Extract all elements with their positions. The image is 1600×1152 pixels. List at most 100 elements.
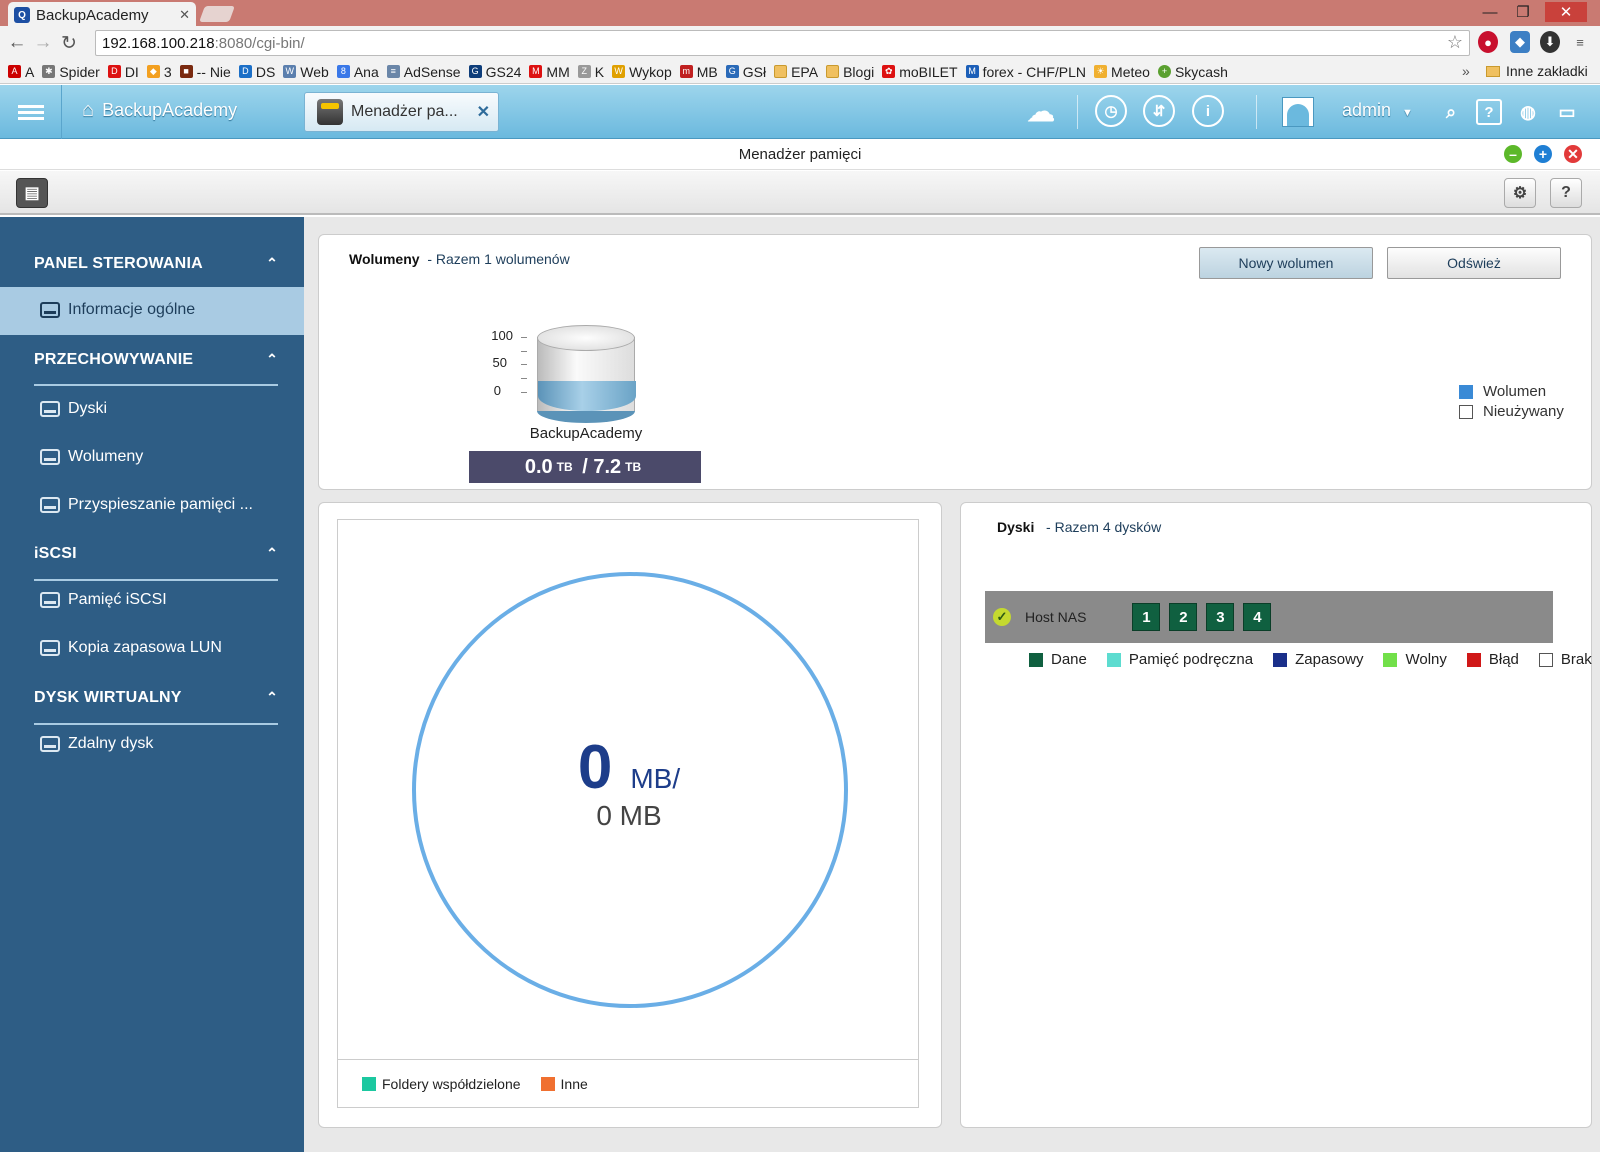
disks-subtitle: - Razem 4 dysków: [1046, 519, 1162, 535]
external-device-icon[interactable]: ⇵: [1143, 95, 1175, 127]
usage-unit: MB/: [630, 763, 681, 794]
storage-manager-icon: [317, 99, 343, 125]
sidebar-item-cache[interactable]: Przyspieszanie pamięci ...: [40, 496, 253, 514]
bookmark-folder[interactable]: EPA: [774, 64, 818, 80]
disk-slot-4[interactable]: 4: [1243, 603, 1272, 631]
sidebar-item-label: Przyspieszanie pamięci ...: [68, 496, 253, 513]
app-toolbar: ▤ ⚙ ?: [0, 171, 1600, 215]
sidebar-item-iscsi-storage[interactable]: Pamięć iSCSI: [40, 591, 167, 609]
bookmark-label: MM: [546, 63, 570, 80]
section-divider: [34, 384, 278, 386]
close-tab-icon[interactable]: ✕: [179, 7, 190, 23]
bookmark-item[interactable]: Mforex - CHF/PLN: [965, 63, 1087, 80]
app-tab-storage-manager[interactable]: Menadżer pa... ✕: [304, 92, 499, 132]
legend-label: Nieużywany: [1483, 403, 1564, 420]
usage-value: 0 MB/: [338, 732, 920, 803]
sidebar-section-panel[interactable]: PANEL STEROWANIA ⌃: [34, 255, 278, 273]
usage-total: 0 MB: [596, 800, 662, 831]
minimize-app-icon[interactable]: –: [1504, 145, 1522, 163]
avatar[interactable]: [1282, 97, 1314, 127]
sidebar-item-overview[interactable]: Informacje ogólne: [0, 287, 304, 335]
bookmark-item[interactable]: G GSł: [725, 64, 766, 80]
maximize-window-icon[interactable]: ❐: [1508, 2, 1538, 22]
info-icon[interactable]: i: [1192, 95, 1224, 127]
other-bookmarks-folder[interactable]: Inne zakładki: [1486, 63, 1588, 79]
bookmark-item[interactable]: AA: [8, 64, 34, 80]
new-tab-button[interactable]: [199, 6, 235, 22]
home-button[interactable]: ⌂ BackupAcademy: [82, 99, 237, 122]
bookmark-item[interactable]: + Skycash: [1157, 64, 1228, 80]
bookmark-star-icon[interactable]: ☆: [1447, 32, 1463, 53]
extension-icon[interactable]: ◆: [1510, 31, 1530, 53]
search-icon[interactable]: ⌕: [1438, 99, 1464, 125]
bookmarks-overflow-icon[interactable]: »: [1462, 63, 1470, 79]
address-bar[interactable]: 192.168.100.218:8080/cgi-bin/ ☆: [95, 30, 1470, 56]
adblock-icon[interactable]: ●: [1478, 31, 1498, 53]
bookmark-item[interactable]: 8 Ana: [336, 64, 379, 80]
user-menu[interactable]: admin ▼: [1342, 100, 1413, 121]
toggle-sidebar-icon[interactable]: ▤: [16, 178, 48, 208]
bookmark-item[interactable]: ✿ moBILET: [882, 64, 958, 80]
section-divider: [34, 723, 278, 725]
window-title: Menadżer pamięci: [0, 140, 1600, 170]
remote-disk-icon: [40, 736, 60, 752]
volume-cylinder-icon[interactable]: [537, 325, 636, 423]
language-globe-icon[interactable]: ◍: [1515, 99, 1541, 125]
background-tasks-icon[interactable]: ◷: [1095, 95, 1127, 127]
legend-spare: Zapasowy: [1273, 651, 1373, 668]
minimize-window-icon[interactable]: —: [1475, 2, 1505, 22]
sidebar-section-storage[interactable]: PRZECHOWYWANIE ⌃: [34, 351, 278, 369]
sidebar-item-disks[interactable]: Dyski: [40, 400, 107, 418]
bookmark-item[interactable]: W Web: [283, 64, 329, 80]
maximize-app-icon[interactable]: +: [1534, 145, 1552, 163]
legend-label: Inne: [560, 1075, 588, 1092]
bookmark-item[interactable]: ◆ 3: [146, 64, 172, 80]
new-volume-button[interactable]: Nowy wolumen: [1199, 247, 1373, 279]
bookmark-folder[interactable]: Blogi: [826, 64, 874, 80]
back-icon[interactable]: ←: [4, 30, 30, 56]
settings-gear-icon[interactable]: ⚙: [1504, 178, 1536, 208]
usage-legend: Foldery współdzielone Inne: [337, 1060, 919, 1108]
disk-slot-2[interactable]: 2: [1169, 603, 1198, 631]
help-button[interactable]: ?: [1550, 178, 1582, 208]
reload-icon[interactable]: ↻: [56, 30, 82, 56]
bookmark-item[interactable]: ☀ Meteo: [1094, 64, 1150, 80]
close-app-tab-icon[interactable]: ✕: [477, 102, 490, 122]
refresh-button[interactable]: Odśwież: [1387, 247, 1561, 279]
bookmark-item[interactable]: D DS: [238, 64, 275, 80]
sidebar-item-remote-disk[interactable]: Zdalny dysk: [40, 735, 153, 753]
axis-tick: [521, 364, 527, 365]
cloud-icon[interactable]: ☁: [1025, 95, 1057, 127]
bookmark-item[interactable]: m MB: [679, 64, 718, 80]
bookmark-label: forex - CHF/PLN: [982, 63, 1087, 80]
bookmark-item[interactable]: ≡ AdSense: [386, 64, 461, 80]
sidebar-section-iscsi[interactable]: iSCSI ⌃: [34, 545, 278, 563]
bookmark-label: Web: [300, 63, 329, 80]
legend-label: Brak: [1560, 651, 1592, 668]
legend-label: Błąd: [1488, 651, 1519, 668]
bookmark-item[interactable]: G GS24: [468, 64, 521, 80]
close-window-icon[interactable]: ✕: [1545, 2, 1587, 22]
sidebar-item-volumes[interactable]: Wolumeny: [40, 448, 143, 466]
bookmark-item[interactable]: ZK: [577, 64, 604, 80]
disk-slot-1[interactable]: 1: [1132, 603, 1161, 631]
sidebar-item-lun-backup[interactable]: Kopia zapasowa LUN: [40, 639, 222, 657]
bookmark-item[interactable]: M MM: [529, 63, 570, 80]
bookmark-item[interactable]: ✱ Spider: [42, 64, 100, 80]
legend-label: Wolny: [1405, 651, 1447, 668]
volume-unit: TB: [556, 460, 573, 474]
browser-tab[interactable]: Q BackupAcademy ✕: [8, 2, 196, 28]
app-tab-label: Menadżer pa...: [351, 103, 458, 120]
forward-icon[interactable]: →: [30, 30, 56, 56]
main-menu-button[interactable]: [0, 85, 62, 139]
disk-slot-3[interactable]: 3: [1206, 603, 1235, 631]
bookmark-item[interactable]: D DI: [107, 64, 139, 80]
menu-icon[interactable]: ≡: [1570, 31, 1590, 53]
bookmark-item[interactable]: W Wykop: [612, 64, 672, 80]
extension-off-icon[interactable]: ⬇: [1540, 31, 1560, 53]
close-app-icon[interactable]: ✕: [1564, 145, 1582, 163]
sidebar-section-virtual-disk[interactable]: DYSK WIRTUALNY ⌃: [34, 689, 278, 707]
help-icon[interactable]: ?: [1476, 99, 1502, 125]
bookmark-item[interactable]: ■ -- Nie: [179, 64, 231, 80]
desktop-icon[interactable]: ▭: [1554, 99, 1580, 125]
